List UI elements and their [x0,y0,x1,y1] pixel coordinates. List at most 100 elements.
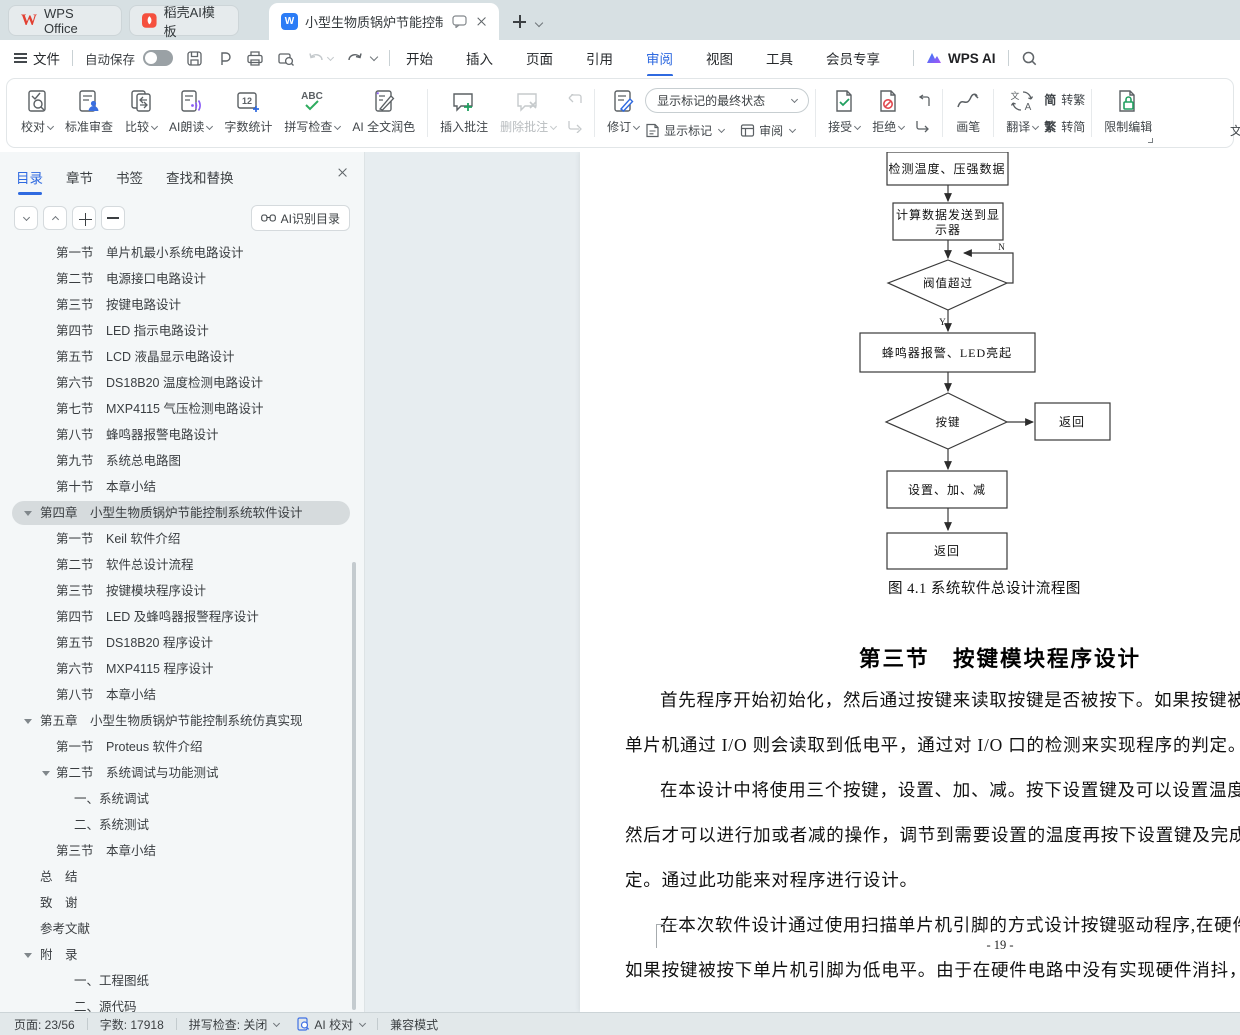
review-button[interactable]: 审阅 [740,122,795,139]
sidebar-tab-1[interactable]: 章节 [66,167,93,187]
toc-item[interactable]: 第三节 按键电路设计 [0,292,364,318]
sidebar-tab-2[interactable]: 书签 [116,167,143,187]
toc-item[interactable]: 第二节 系统调试与功能测试 [0,760,364,786]
collapse-triangle-icon[interactable] [24,719,32,724]
toc-item[interactable]: 第五节 DS18B20 程序设计 [0,630,364,656]
toc-item[interactable]: 第一节 Keil 软件介绍 [0,526,364,552]
menu-tab-6[interactable]: 工具 [766,48,793,68]
proofread-button[interactable]: 校对 [15,79,59,147]
toc-item[interactable]: 第四节 LED 指示电路设计 [0,318,364,344]
toc-item[interactable]: 第四节 LED 及蜂鸣器报警程序设计 [0,604,364,630]
new-tab-button[interactable] [513,15,526,28]
menu-tab-3[interactable]: 引用 [586,48,613,68]
toc-item[interactable]: 二、系统测试 [0,812,364,838]
menu-tab-5[interactable]: 视图 [706,48,733,68]
toc-item[interactable]: 第四章 小型生物质锅炉节能控制系统软件设计 [0,500,364,526]
toc-item[interactable]: 第六节 MXP4115 程序设计 [0,656,364,682]
previous-change-icon[interactable] [915,94,931,107]
menu-tab-7[interactable]: 会员专享 [826,48,880,68]
toc-item[interactable]: 致 谢 [0,890,364,916]
track-changes-button[interactable]: 修订 [601,79,645,147]
toc-item[interactable]: 第六节 DS18B20 温度检测电路设计 [0,370,364,396]
toc-item[interactable]: 第二节 电源接口电路设计 [0,266,364,292]
history-chevron-icon[interactable] [370,53,378,61]
toc-item[interactable]: 第五节 LCD 液晶显示电路设计 [0,344,364,370]
autosave-toggle[interactable] [143,50,173,66]
standard-review-button[interactable]: 标准审查 [59,79,119,147]
spell-check-button[interactable]: ABC 拼写检查 [278,79,346,147]
toc-item[interactable]: 第一节 Proteus 软件介绍 [0,734,364,760]
ai-read-icon [179,88,203,114]
toc-item[interactable]: 第一节 单片机最小系统电路设计 [0,240,364,266]
pen-button[interactable]: 画笔 [949,79,987,147]
insert-comment-button[interactable]: 插入批注 [434,79,494,147]
export-pdf-button[interactable] [216,50,233,67]
compare-button[interactable]: 比较 [119,79,163,147]
tab-docer-templates[interactable]: 稻壳AI模板 [129,5,239,36]
collapse-triangle-icon[interactable] [24,511,32,516]
collapse-triangle-icon[interactable] [42,771,50,776]
print-preview-button[interactable] [277,50,295,67]
toc-item[interactable]: 第十节 本章小结 [0,474,364,500]
toc-item[interactable]: 第八节 本章小结 [0,682,364,708]
toc-item[interactable]: 第二节 软件总设计流程 [0,552,364,578]
sidebar-tab-3[interactable]: 查找和替换 [166,167,234,187]
toc-item[interactable]: 第八节 蜂鸣器报警电路设计 [0,422,364,448]
redo-button[interactable] [346,51,363,66]
toc-item[interactable]: 一、系统调试 [0,786,364,812]
reject-button[interactable]: 拒绝 [866,79,910,147]
translate-button[interactable]: 文A 翻译 [1000,79,1044,147]
toc-item[interactable]: 参考文献 [0,916,364,942]
toc-item[interactable]: 附 录 [0,942,364,968]
document-page[interactable]: 检测温度、压强数据 计算数据发送到显 示器 N 阀值超过 Y 蜂鸣器报警、LED… [580,152,1240,1012]
sidebar-scrollbar[interactable] [352,562,356,1010]
tab-document[interactable]: W 小型生物质锅炉节能控制系统 [269,3,499,40]
expand-all-button[interactable] [14,206,38,230]
print-button[interactable] [246,50,264,67]
toc-item[interactable]: 第五章 小型生物质锅炉节能控制系统仿真实现 [0,708,364,734]
ai-polish-button[interactable]: AI 全文润色 [346,79,421,147]
word-count-indicator[interactable]: 字数: 17918 [100,1016,164,1033]
toc-item[interactable]: 第九节 系统总电路图 [0,448,364,474]
tab-list-chevron-icon[interactable] [535,19,543,27]
close-sidebar-icon[interactable] [337,167,348,178]
close-tab-icon[interactable] [476,16,487,27]
ai-recognize-toc-button[interactable]: AI识别目录 [251,205,350,231]
word-count-button[interactable]: 12 字数统计 [218,79,278,147]
wps-ai-button[interactable]: WPS AI [926,51,996,66]
toc-item[interactable]: 第三节 本章小结 [0,838,364,864]
save-button[interactable] [186,50,203,67]
tab-wps-office[interactable]: W WPS Office [8,5,122,36]
menu-tab-0[interactable]: 开始 [406,48,433,68]
markup-state-select[interactable]: 显示标记的最终状态 [645,88,809,113]
page-indicator[interactable]: 页面: 23/56 [14,1016,75,1033]
file-menu[interactable]: 文件 [14,48,60,68]
comment-bubble-icon[interactable] [452,15,467,28]
search-icon[interactable] [1021,50,1038,67]
spell-check-status[interactable]: 拼写检查: 关闭 [189,1016,280,1033]
collapse-triangle-icon[interactable] [24,953,32,958]
to-traditional-button[interactable]: 简 转繁 [1044,91,1085,108]
accept-button[interactable]: 接受 [822,79,866,147]
menu-tab-4[interactable]: 审阅 [646,48,673,68]
collapse-all-button[interactable] [43,206,67,230]
zoom-in-toc-button[interactable] [72,206,96,230]
toc-item[interactable]: 第三节 按键模块程序设计 [0,578,364,604]
toc-item[interactable]: 总 结 [0,864,364,890]
compatibility-mode[interactable]: 兼容模式 [390,1016,438,1033]
ai-read-button[interactable]: AI朗读 [163,79,218,147]
menu-tab-1[interactable]: 插入 [466,48,493,68]
to-simplified-button[interactable]: 繁 转简 [1044,118,1085,135]
group-expand-icon[interactable] [1148,138,1153,143]
toc-item[interactable]: 第七节 MXP4115 气压检测电路设计 [0,396,364,422]
toc-item[interactable]: 一、工程图纸 [0,968,364,994]
zoom-out-toc-button[interactable] [101,206,125,230]
restrict-edit-button[interactable]: 限制编辑 [1098,79,1158,147]
sidebar-tab-0[interactable]: 目录 [16,167,43,187]
ai-proofread-status[interactable]: AI 校对 [297,1016,365,1033]
flow-box-return-label: 返回 [934,544,960,558]
show-markup-button[interactable]: 显示标记 [645,122,724,139]
menu-tab-2[interactable]: 页面 [526,48,553,68]
toc-item[interactable]: 二、源代码 [0,994,364,1012]
next-change-icon[interactable] [915,120,931,133]
